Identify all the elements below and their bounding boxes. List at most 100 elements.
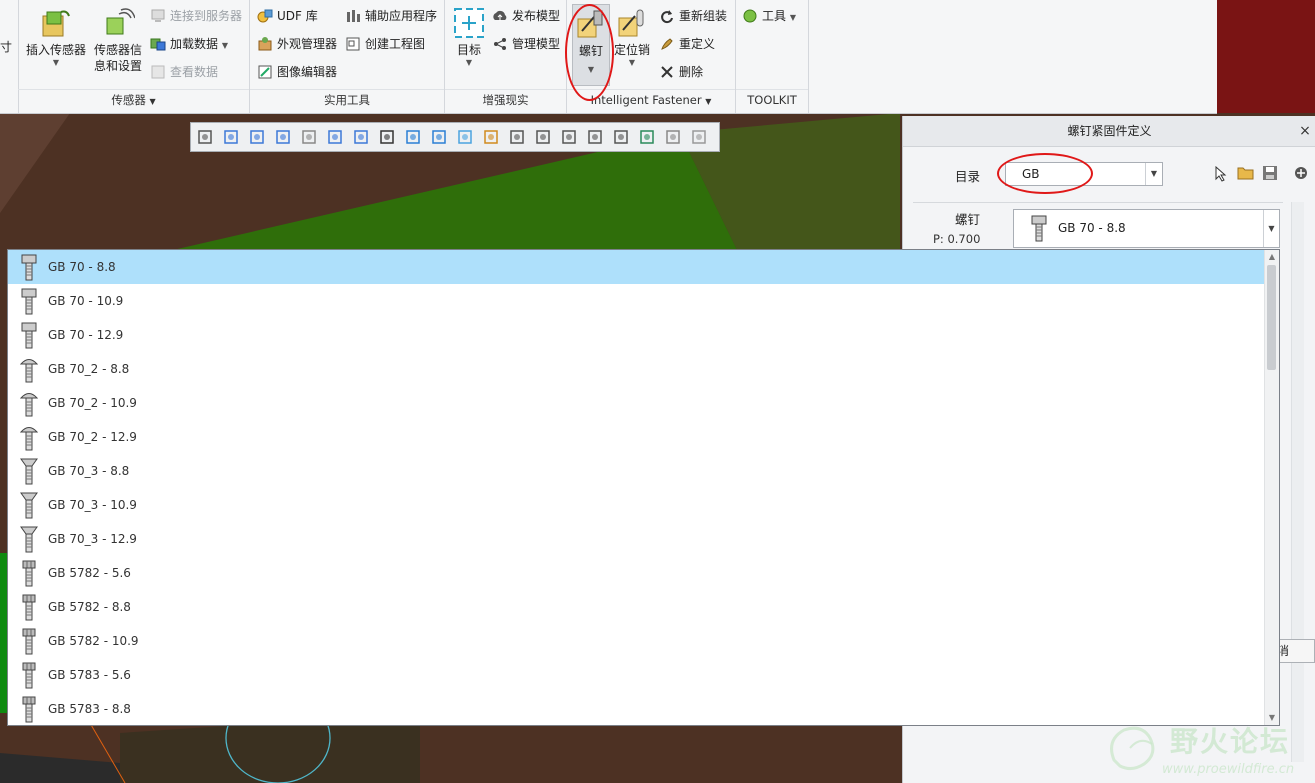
chevron-down-icon: ▼ bbox=[52, 58, 60, 67]
list-item[interactable]: GB 70 - 12.9 bbox=[8, 318, 1265, 352]
fastener-group-title-text: Intelligent Fastener bbox=[590, 93, 702, 107]
redefine-button[interactable]: 重定义 bbox=[659, 33, 715, 55]
list-item[interactable]: GB 5783 - 8.8 bbox=[8, 692, 1265, 725]
annotation-display-icon[interactable] bbox=[613, 129, 630, 146]
list-item-label: GB 70 - 12.9 bbox=[48, 328, 124, 342]
list-item[interactable]: GB 5782 - 8.8 bbox=[8, 590, 1265, 624]
panel-close-button[interactable]: × bbox=[1298, 116, 1312, 146]
select-pointer-icon[interactable] bbox=[1214, 165, 1228, 185]
hex-screw-icon bbox=[20, 628, 38, 655]
list-item-label: GB 5782 - 5.6 bbox=[48, 566, 131, 580]
connect-server-label: 连接到服务器 bbox=[170, 9, 243, 23]
aux-app-button[interactable]: 辅助应用程序 bbox=[345, 5, 437, 27]
sensors-group-title[interactable]: 传感器 ▼ bbox=[18, 89, 249, 110]
dowel-button[interactable]: 定位销 ▼ bbox=[613, 4, 651, 68]
zoom-fit-icon[interactable] bbox=[197, 129, 214, 146]
screw-dropdown[interactable]: GB 70 - 8.8 ▼ bbox=[1013, 209, 1280, 248]
pitch-value: P: 0.700 bbox=[933, 232, 981, 246]
socket-screw-icon bbox=[20, 322, 38, 349]
add-icon[interactable] bbox=[1294, 166, 1308, 183]
hex-screw-icon bbox=[20, 662, 38, 689]
countersunk-screw-icon bbox=[20, 492, 38, 519]
camera-icon[interactable] bbox=[379, 129, 396, 146]
hex-screw-icon bbox=[20, 594, 38, 621]
screw-field-label: 螺钉 bbox=[955, 212, 981, 227]
list-item-label: GB 70 - 8.8 bbox=[48, 260, 116, 274]
scroll-thumb[interactable] bbox=[1267, 265, 1276, 370]
button-screw-icon bbox=[19, 356, 39, 383]
panel-scrollbar[interactable] bbox=[1291, 202, 1304, 762]
watermark: 野火论坛 www.proewildfire.cn bbox=[1102, 718, 1315, 783]
target-button[interactable]: 目标 ▼ bbox=[449, 4, 489, 68]
axis-display-icon[interactable] bbox=[535, 129, 552, 146]
create-drawing-label: 创建工程图 bbox=[365, 37, 426, 51]
shading-icon[interactable] bbox=[327, 129, 344, 146]
list-item[interactable]: GB 70_3 - 10.9 bbox=[8, 488, 1265, 522]
refresh-icon bbox=[659, 8, 675, 24]
server-icon bbox=[150, 8, 166, 24]
save-icon[interactable] bbox=[1262, 165, 1278, 184]
view-data-button[interactable]: 查看数据 bbox=[150, 61, 218, 83]
appearance-manager-button[interactable]: 外观管理器 bbox=[257, 33, 337, 55]
zoom-out-icon[interactable] bbox=[249, 129, 266, 146]
render-icon[interactable] bbox=[665, 129, 682, 146]
spin-center-icon[interactable] bbox=[431, 129, 448, 146]
list-item[interactable]: GB 5782 - 10.9 bbox=[8, 624, 1265, 658]
csys-display-icon[interactable] bbox=[587, 129, 604, 146]
manage-model-button[interactable]: 管理模型 bbox=[492, 33, 560, 55]
utilities-group-title: 实用工具 bbox=[250, 89, 444, 110]
scroll-up-icon[interactable]: ▲ bbox=[1265, 250, 1279, 264]
udf-library-button[interactable]: UDF 库 bbox=[257, 5, 318, 27]
drawing-icon bbox=[345, 36, 361, 52]
insert-sensor-button[interactable]: 插入传感器 ▼ bbox=[24, 4, 88, 68]
saved-views-icon[interactable] bbox=[353, 129, 370, 146]
button-screw-icon bbox=[19, 390, 39, 417]
sensor-info-icon bbox=[101, 6, 136, 40]
list-item[interactable]: GB 70_3 - 12.9 bbox=[8, 522, 1265, 556]
plane-display-icon[interactable] bbox=[509, 129, 526, 146]
ribbon-group-toolkit: 工具 ▼ TOOLKIT bbox=[736, 0, 809, 113]
publish-model-button[interactable]: 发布模型 bbox=[492, 5, 560, 27]
image-editor-button[interactable]: 图像编辑器 bbox=[257, 61, 337, 83]
reassemble-button[interactable]: 重新组装 bbox=[659, 5, 727, 27]
display-style-icon[interactable] bbox=[405, 129, 422, 146]
create-drawing-button[interactable]: 创建工程图 bbox=[345, 33, 425, 55]
chevron-down-icon: ▼ bbox=[221, 41, 228, 50]
appearance-manager-label: 外观管理器 bbox=[277, 37, 338, 51]
list-item[interactable]: GB 70_2 - 8.8 bbox=[8, 352, 1265, 386]
load-data-button[interactable]: 加载数据 ▼ bbox=[150, 33, 228, 55]
chevron-down-icon: ▼ bbox=[1263, 210, 1279, 247]
ribbon: 寸 插入传感器 ▼ 传感器信 息和设置 连接到服务器 加载数据 ▼ 查看数据 传… bbox=[0, 0, 1217, 114]
hex-screw-icon bbox=[20, 696, 38, 723]
image-editor-label: 图像编辑器 bbox=[277, 65, 338, 79]
list-item-label: GB 5782 - 8.8 bbox=[48, 600, 131, 614]
delete-button[interactable]: 删除 bbox=[659, 61, 703, 83]
redefine-label: 重定义 bbox=[679, 37, 716, 51]
tools-button[interactable]: 工具 ▼ bbox=[742, 5, 796, 27]
list-item[interactable]: GB 5782 - 5.6 bbox=[8, 556, 1265, 590]
zoom-in-icon[interactable] bbox=[223, 129, 240, 146]
list-item[interactable]: GB 70 - 10.9 bbox=[8, 284, 1265, 318]
list-item-label: GB 70_3 - 12.9 bbox=[48, 532, 137, 546]
view-data-label: 查看数据 bbox=[170, 65, 219, 79]
list-item-label: GB 70_2 - 8.8 bbox=[48, 362, 130, 376]
list-item[interactable]: GB 70_2 - 12.9 bbox=[8, 420, 1265, 454]
list-item[interactable]: GB 5783 - 5.6 bbox=[8, 658, 1265, 692]
list-scrollbar[interactable]: ▲ ▼ bbox=[1264, 250, 1279, 725]
point-display-icon[interactable] bbox=[561, 129, 578, 146]
manage-model-label: 管理模型 bbox=[512, 37, 561, 51]
view-manager-icon[interactable] bbox=[457, 129, 474, 146]
tools-icon bbox=[742, 8, 758, 24]
perspective-icon[interactable] bbox=[301, 129, 318, 146]
open-folder-icon[interactable] bbox=[1237, 165, 1255, 184]
chevron-down-icon: ▼ bbox=[1145, 163, 1162, 185]
list-item[interactable]: GB 70_3 - 8.8 bbox=[8, 454, 1265, 488]
network-icon[interactable] bbox=[639, 129, 656, 146]
connect-server-button[interactable]: 连接到服务器 bbox=[150, 5, 242, 27]
list-item[interactable]: GB 70_2 - 10.9 bbox=[8, 386, 1265, 420]
sensor-info-button[interactable]: 传感器信 息和设置 bbox=[90, 4, 146, 74]
section-icon[interactable] bbox=[691, 129, 708, 146]
list-item[interactable]: GB 70 - 8.8 bbox=[8, 250, 1265, 284]
datum-display-icon[interactable] bbox=[483, 129, 500, 146]
repaint-icon[interactable] bbox=[275, 129, 292, 146]
